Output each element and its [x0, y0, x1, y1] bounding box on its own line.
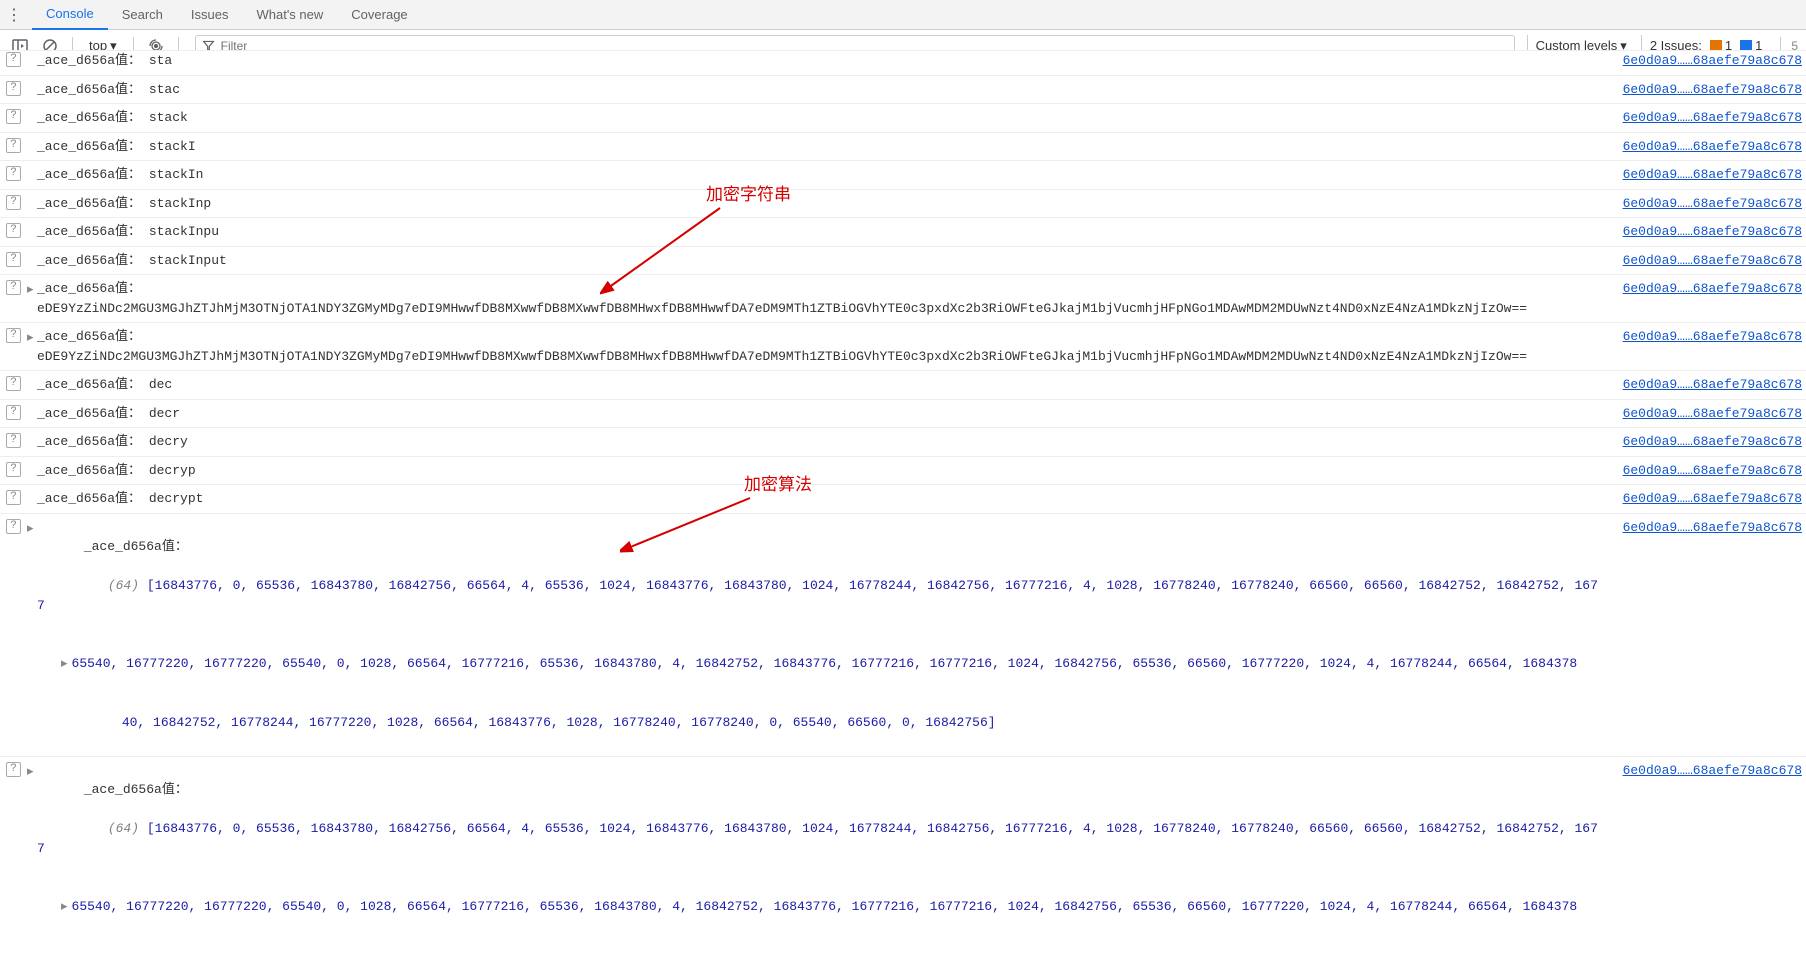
verbose-icon: ? [6, 280, 21, 295]
log-row: ? _ace_d656a值： stackI 6e0d0a9……68aefe79a8c… [0, 133, 1806, 162]
log-row: ? _ace_d656a值： stack 6e0d0a9……68aefe79a8c6… [0, 104, 1806, 133]
source-link[interactable]: 6e0d0a9……68aefe79a8c678 [1623, 194, 1802, 214]
log-message: _ace_d656a值： stack [37, 108, 1603, 128]
log-message: _ace_d656a值： stackInp [37, 194, 1603, 214]
log-message: _ace_d656a值： decryp [37, 461, 1603, 481]
array-values: [16843776, 0, 65536, 16843780, 16842756,… [37, 578, 1598, 613]
expand-icon[interactable]: ▸ [61, 897, 68, 917]
verbose-icon: ? [6, 81, 21, 96]
log-message: _ace_d656a值： decry [37, 432, 1603, 452]
array-values: 65540, 16777220, 16777220, 65540, 0, 102… [72, 897, 1578, 917]
array-values: 40, 16842752, 16778244, 16777220, 1028, … [122, 715, 996, 730]
log-message: _ace_d656a值： stackI [37, 137, 1603, 157]
more-tools-icon[interactable]: ⋮ [6, 5, 22, 25]
source-link[interactable]: 6e0d0a9……68aefe79a8c678 [1623, 327, 1802, 347]
log-row: ? _ace_d656a值： stac 6e0d0a9……68aefe79a8c67… [0, 76, 1806, 105]
verbose-icon: ? [6, 490, 21, 505]
tab-search[interactable]: Search [108, 0, 177, 30]
tab-console[interactable]: Console [32, 0, 108, 30]
verbose-icon: ? [6, 166, 21, 181]
log-row: ? _ace_d656a值： stackInput 6e0d0a9……68aefe7… [0, 247, 1806, 276]
verbose-icon: ? [6, 223, 21, 238]
verbose-icon: ? [6, 376, 21, 391]
expand-icon[interactable]: ▸ [61, 654, 68, 674]
log-row: ? ▸ _ace_d656a值： (64) [16843776, 0, 6553… [0, 514, 1806, 757]
source-link[interactable]: 6e0d0a9……68aefe79a8c678 [1623, 251, 1802, 271]
verbose-icon: ? [6, 405, 21, 420]
source-link[interactable]: 6e0d0a9……68aefe79a8c678 [1623, 375, 1802, 395]
source-link[interactable]: 6e0d0a9……68aefe79a8c678 [1623, 80, 1802, 100]
log-message: _ace_d656a值：eDE9YzZiNDc2MGU3MGJhZTJhMjM3… [37, 279, 1603, 318]
array-values: 65540, 16777220, 16777220, 65540, 0, 102… [72, 654, 1578, 674]
source-link[interactable]: 6e0d0a9……68aefe79a8c678 [1623, 165, 1802, 185]
log-row: ? ▸ _ace_d656a值： (64) [16843776, 0, 6553… [0, 757, 1806, 960]
log-row: ? _ace_d656a值： stackIn 6e0d0a9……68aefe79a8… [0, 161, 1806, 190]
log-row: ? _ace_d656a值： decr 6e0d0a9……68aefe79a8c67… [0, 400, 1806, 429]
verbose-icon: ? [6, 328, 21, 343]
verbose-icon: ? [6, 252, 21, 267]
log-message: _ace_d656a值： stackInput [37, 251, 1603, 271]
tab-whatsnew[interactable]: What's new [242, 0, 337, 30]
log-message: _ace_d656a值： stackIn [37, 165, 1603, 185]
expand-icon[interactable]: ▸ [27, 762, 37, 782]
log-message: _ace_d656a值： stac [37, 80, 1603, 100]
console-output: ? _ace_d656a值： sta 6e0d0a9……68aefe79a8c6… [0, 50, 1806, 960]
verbose-icon: ? [6, 762, 21, 777]
log-row: ? _ace_d656a值： dec 6e0d0a9……68aefe79a8c678 [0, 371, 1806, 400]
log-row: ? ▸ _ace_d656a值：eDE9YzZiNDc2MGU3MGJhZTJh… [0, 323, 1806, 371]
source-link[interactable]: 6e0d0a9……68aefe79a8c678 [1623, 404, 1802, 424]
array-values: [16843776, 0, 65536, 16843780, 16842756,… [37, 821, 1598, 856]
log-row: ? _ace_d656a值： decry 6e0d0a9……68aefe79a8c6… [0, 428, 1806, 457]
log-message: _ace_d656a值： decr [37, 404, 1603, 424]
log-row: ? _ace_d656a值： decrypt 6e0d0a9……68aefe79a8… [0, 485, 1806, 514]
log-message: _ace_d656a值： (64) [16843776, 0, 65536, 1… [37, 518, 1603, 752]
expand-icon[interactable]: ▸ [27, 519, 37, 539]
log-message: _ace_d656a值： stackInpu [37, 222, 1603, 242]
verbose-icon: ? [6, 138, 21, 153]
source-link[interactable]: 6e0d0a9……68aefe79a8c678 [1623, 108, 1802, 128]
source-link[interactable]: 6e0d0a9……68aefe79a8c678 [1623, 489, 1802, 509]
verbose-icon: ? [6, 109, 21, 124]
expand-icon[interactable]: ▸ [27, 328, 37, 348]
log-row: ? _ace_d656a值： sta 6e0d0a9……68aefe79a8c6… [0, 50, 1806, 76]
source-link[interactable]: 6e0d0a9……68aefe79a8c678 [1623, 761, 1802, 781]
log-row: ? _ace_d656a值： stackInpu 6e0d0a9……68aefe79… [0, 218, 1806, 247]
verbose-icon: ? [6, 519, 21, 534]
expand-icon[interactable]: ▸ [27, 280, 37, 300]
verbose-icon: ? [6, 462, 21, 477]
log-message: _ace_d656a值： (64) [16843776, 0, 65536, 1… [37, 761, 1603, 956]
source-link[interactable]: 6e0d0a9……68aefe79a8c678 [1623, 461, 1802, 481]
source-link[interactable]: 6e0d0a9……68aefe79a8c678 [1623, 518, 1802, 538]
log-message: _ace_d656a值： decrypt [37, 489, 1603, 509]
tab-issues[interactable]: Issues [177, 0, 243, 30]
log-message: _ace_d656a值： dec [37, 375, 1603, 395]
source-link[interactable]: 6e0d0a9……68aefe79a8c678 [1623, 137, 1802, 157]
log-message: _ace_d656a值： sta [37, 51, 1603, 71]
source-link[interactable]: 6e0d0a9……68aefe79a8c678 [1623, 432, 1802, 452]
log-row: ? _ace_d656a值： decryp 6e0d0a9……68aefe79a8c… [0, 457, 1806, 486]
log-row: ? _ace_d656a值： stackInp 6e0d0a9……68aefe79a… [0, 190, 1806, 219]
devtools-tab-bar: ⋮ Console Search Issues What's new Cover… [0, 0, 1806, 30]
log-row: ? ▸ _ace_d656a值：eDE9YzZiNDc2MGU3MGJhZTJh… [0, 275, 1806, 323]
source-link[interactable]: 6e0d0a9……68aefe79a8c678 [1623, 279, 1802, 299]
tab-coverage[interactable]: Coverage [337, 0, 421, 30]
verbose-icon: ? [6, 195, 21, 210]
source-link[interactable]: 6e0d0a9……68aefe79a8c678 [1623, 51, 1802, 71]
log-message: _ace_d656a值：eDE9YzZiNDc2MGU3MGJhZTJhMjM3… [37, 327, 1603, 366]
source-link[interactable]: 6e0d0a9……68aefe79a8c678 [1623, 222, 1802, 242]
verbose-icon: ? [6, 52, 21, 67]
verbose-icon: ? [6, 433, 21, 448]
